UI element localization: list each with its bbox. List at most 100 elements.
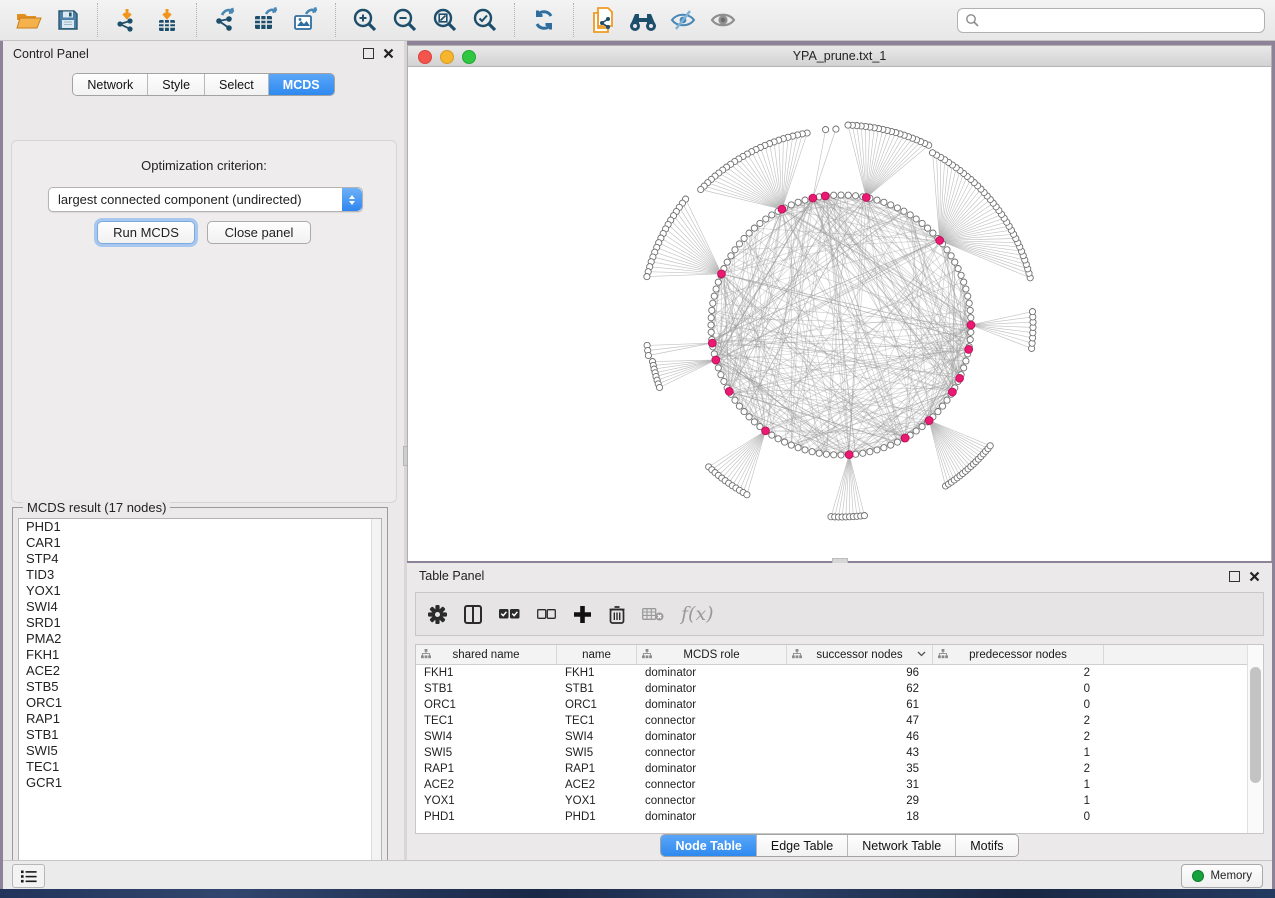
table-cell[interactable]: 31	[787, 777, 933, 793]
table-cell[interactable]: 2	[933, 729, 1104, 745]
table-cell[interactable]: STB1	[557, 681, 637, 697]
table-scrollbar-thumb[interactable]	[1250, 667, 1261, 783]
table-cell[interactable]: 0	[933, 809, 1104, 825]
mcds-result-item[interactable]: SWI5	[19, 743, 381, 759]
table-cell[interactable]: SWI5	[557, 745, 637, 761]
table-cell[interactable]: connector	[637, 777, 787, 793]
mcds-result-item[interactable]: RAP1	[19, 711, 381, 727]
mcds-result-item[interactable]: SRD1	[19, 615, 381, 631]
table-cell[interactable]: ORC1	[416, 697, 557, 713]
refresh-button[interactable]	[526, 4, 562, 36]
table-cell[interactable]: ACE2	[416, 777, 557, 793]
table-cell[interactable]: dominator	[637, 665, 787, 681]
table-row[interactable]: STB1STB1dominator620	[416, 681, 1263, 697]
table-cell[interactable]: 18	[787, 809, 933, 825]
table-cell[interactable]: 2	[933, 665, 1104, 681]
float-panel-icon[interactable]	[363, 48, 374, 59]
tab-edge-table[interactable]: Edge Table	[757, 835, 848, 856]
export-network-button[interactable]	[208, 4, 244, 36]
mcds-result-item[interactable]: TID3	[19, 567, 381, 583]
mcds-result-item[interactable]: STB5	[19, 679, 381, 695]
mcds-result-item[interactable]: ACE2	[19, 663, 381, 679]
mcds-result-item[interactable]: SWI4	[19, 599, 381, 615]
mcds-result-item[interactable]: YOX1	[19, 583, 381, 599]
create-column-button[interactable]	[573, 605, 592, 624]
table-cell[interactable]: 43	[787, 745, 933, 761]
zoom-fit-button[interactable]	[427, 4, 463, 36]
table-cell[interactable]: STB1	[416, 681, 557, 697]
run-mcds-button[interactable]: Run MCDS	[97, 221, 195, 244]
window-close-button[interactable]	[418, 50, 432, 64]
table-cell[interactable]: SWI5	[416, 745, 557, 761]
tab-motifs[interactable]: Motifs	[956, 835, 1017, 856]
table-cell[interactable]: PHD1	[557, 809, 637, 825]
tab-mcds[interactable]: MCDS	[269, 74, 334, 95]
mcds-result-list[interactable]: PHD1CAR1STP4TID3YOX1SWI4SRD1PMA2FKH1ACE2…	[18, 518, 382, 872]
mcds-result-item[interactable]: STB1	[19, 727, 381, 743]
mcds-result-item[interactable]: STP4	[19, 551, 381, 567]
table-cell[interactable]: 2	[933, 713, 1104, 729]
mcds-result-item[interactable]: PMA2	[19, 631, 381, 647]
window-zoom-button[interactable]	[462, 50, 476, 64]
table-cell[interactable]: 1	[933, 777, 1104, 793]
table-cell[interactable]: connector	[637, 745, 787, 761]
table-cell[interactable]: connector	[637, 793, 787, 809]
tab-select[interactable]: Select	[205, 74, 269, 95]
table-cell[interactable]: 0	[933, 681, 1104, 697]
mcds-result-item[interactable]: GCR1	[19, 775, 381, 791]
table-cell[interactable]: 47	[787, 713, 933, 729]
table-cell[interactable]: YOX1	[557, 793, 637, 809]
zoom-out-button[interactable]	[387, 4, 423, 36]
save-session-button[interactable]	[50, 4, 86, 36]
table-row[interactable]: ACE2ACE2connector311	[416, 777, 1263, 793]
table-row[interactable]: FKH1FKH1dominator962	[416, 665, 1263, 681]
close-panel-icon[interactable]	[383, 48, 394, 59]
close-panel-icon[interactable]	[1249, 571, 1260, 582]
table-cell[interactable]: TEC1	[557, 713, 637, 729]
table-scrollbar[interactable]	[1247, 645, 1263, 833]
table-cell[interactable]: FKH1	[557, 665, 637, 681]
export-table-button[interactable]	[248, 4, 284, 36]
mcds-result-item[interactable]: TEC1	[19, 759, 381, 775]
table-row[interactable]: YOX1YOX1connector291	[416, 793, 1263, 809]
first-neighbors-button[interactable]	[625, 4, 661, 36]
optimization-criterion-dropdown[interactable]: largest connected component (undirected)	[48, 187, 363, 212]
table-cell[interactable]: 61	[787, 697, 933, 713]
table-cell[interactable]: dominator	[637, 729, 787, 745]
table-row[interactable]: SWI4SWI4dominator462	[416, 729, 1263, 745]
column-header-shared-name[interactable]: shared name	[416, 645, 557, 664]
table-cell[interactable]: 62	[787, 681, 933, 697]
table-row[interactable]: RAP1RAP1dominator352	[416, 761, 1263, 777]
mcds-result-item[interactable]: FKH1	[19, 647, 381, 663]
open-network-button[interactable]	[10, 4, 46, 36]
table-cell[interactable]: SWI4	[416, 729, 557, 745]
network-canvas[interactable]	[408, 67, 1271, 561]
network-graph[interactable]	[408, 67, 1271, 561]
table-cell[interactable]: PHD1	[416, 809, 557, 825]
table-cell[interactable]: connector	[637, 713, 787, 729]
table-row[interactable]: SWI5SWI5connector431	[416, 745, 1263, 761]
table-cell[interactable]: RAP1	[557, 761, 637, 777]
task-history-button[interactable]	[12, 864, 45, 888]
column-header-predecessor-nodes[interactable]: predecessor nodes	[933, 645, 1104, 664]
zoom-in-button[interactable]	[347, 4, 383, 36]
table-cell[interactable]: FKH1	[416, 665, 557, 681]
table-cell[interactable]: ORC1	[557, 697, 637, 713]
table-row[interactable]: PHD1PHD1dominator180	[416, 809, 1263, 825]
table-settings-button[interactable]	[428, 605, 447, 624]
table-cell[interactable]: TEC1	[416, 713, 557, 729]
mcds-result-item[interactable]: ORC1	[19, 695, 381, 711]
show-graphics-details-button[interactable]	[705, 4, 741, 36]
show-columns-button[interactable]	[464, 605, 482, 624]
table-cell[interactable]: dominator	[637, 809, 787, 825]
column-header-successor-nodes[interactable]: successor nodes	[787, 645, 933, 664]
table-row[interactable]: ORC1ORC1dominator610	[416, 697, 1263, 713]
import-network-button[interactable]	[109, 4, 145, 36]
column-header-name[interactable]: name	[557, 645, 637, 664]
column-header-mcds-role[interactable]: MCDS role	[637, 645, 787, 664]
table-cell[interactable]: dominator	[637, 761, 787, 777]
table-cell[interactable]: 29	[787, 793, 933, 809]
table-cell[interactable]: RAP1	[416, 761, 557, 777]
tab-node-table[interactable]: Node Table	[661, 835, 756, 856]
delete-column-button[interactable]	[609, 605, 625, 624]
